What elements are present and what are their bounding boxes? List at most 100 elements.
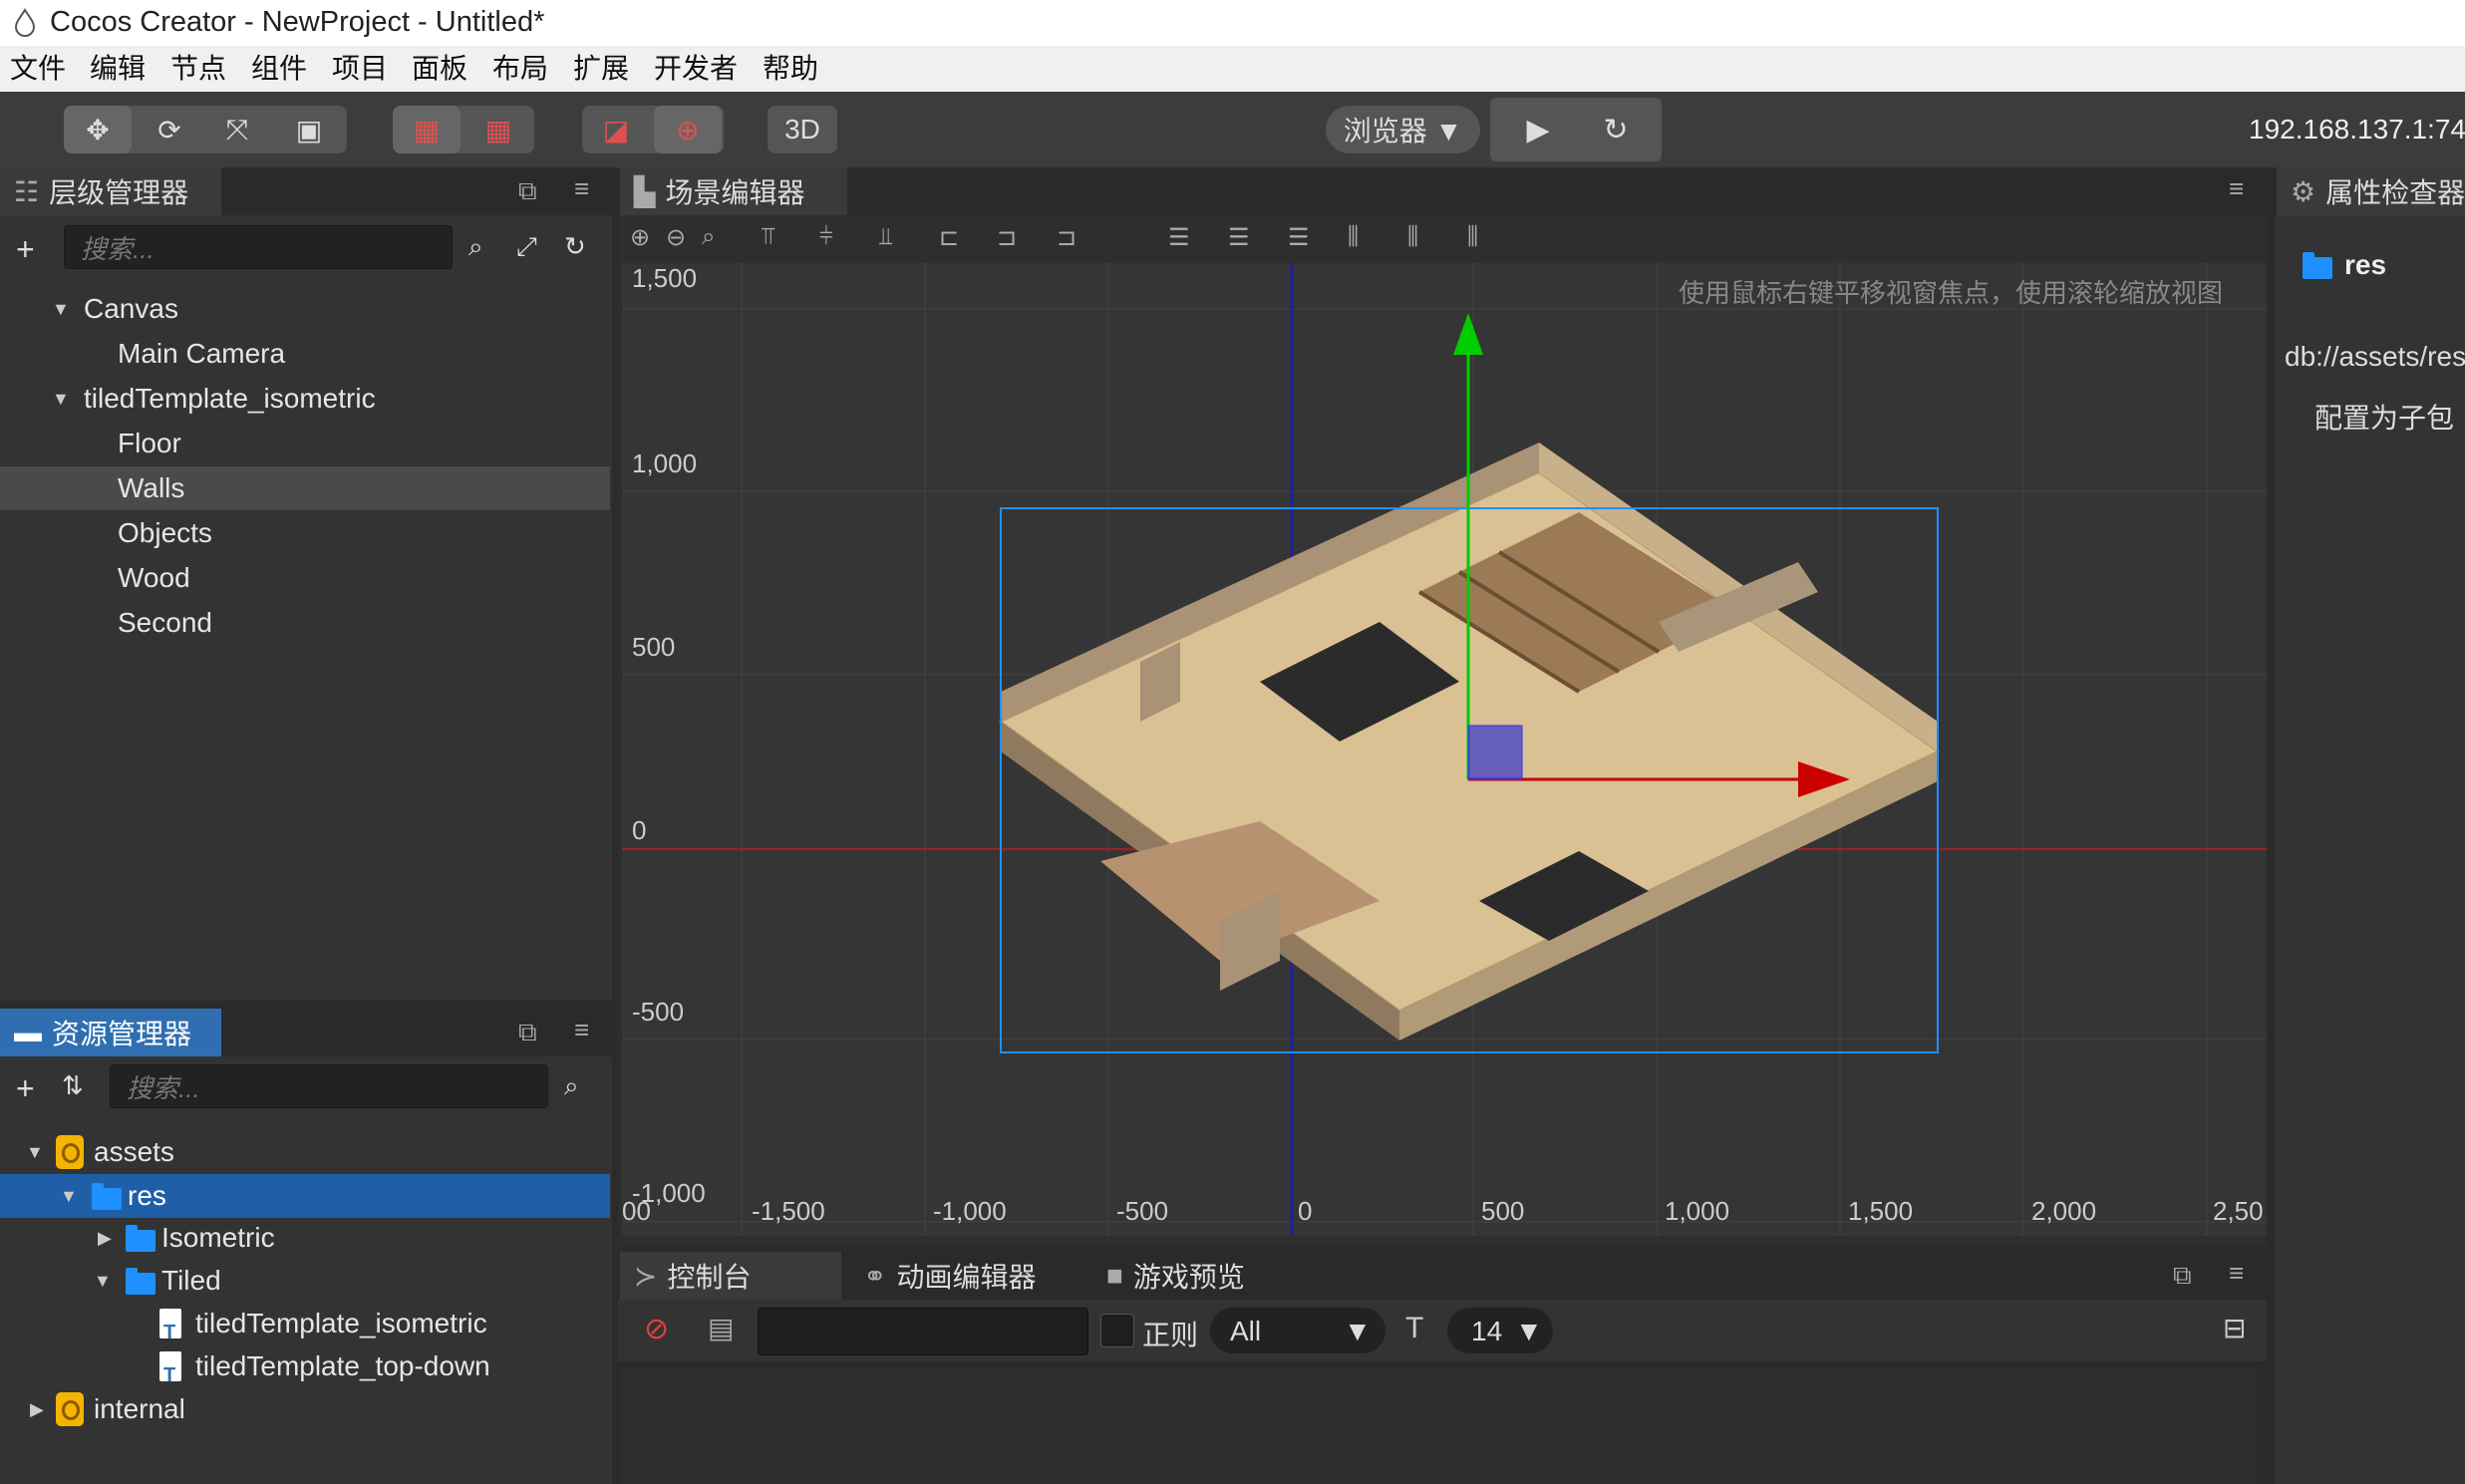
menu-panel[interactable]: 面板	[412, 52, 467, 86]
panel-menu-icon[interactable]: ≡	[2229, 173, 2244, 204]
menu-developer[interactable]: 开发者	[654, 52, 738, 86]
distribute-right-icon[interactable]: ⫼	[1467, 223, 1478, 251]
menu-extension[interactable]: 扩展	[573, 52, 629, 86]
tab-game-preview[interactable]: ■ 游戏预览	[1092, 1252, 1312, 1300]
mode-3d-button[interactable]: 3D	[768, 106, 837, 153]
add-asset-icon[interactable]: +	[16, 1070, 35, 1107]
preview-url[interactable]: 192.168.137.1:745	[2249, 110, 2465, 149]
xy-plane-handle[interactable]	[1467, 725, 1523, 780]
align-left-icon[interactable]: ⊏	[939, 223, 959, 252]
scene-canvas[interactable]	[622, 263, 2267, 1236]
main-toolbar: ✥ ⟳ ⤧ ▣ ▦ ▦ ◪ ⊕ 3D 浏览器 ▼ ▶ ↻ 192.168.137…	[0, 92, 2465, 167]
local-icon[interactable]: ▦	[464, 106, 532, 153]
tab-assets[interactable]: ▬ 资源管理器	[0, 1009, 221, 1056]
scene-viewport[interactable]: 1,500 1,000 500 0 -500 -1,000 00 -1,500 …	[622, 263, 2267, 1236]
clear-icon[interactable]: ⊘	[644, 1312, 669, 1346]
refresh-icon[interactable]: ↻	[1586, 108, 1646, 151]
menu-node[interactable]: 节点	[170, 52, 226, 86]
log-level-value: All	[1230, 1316, 1262, 1346]
refresh-hierarchy-icon[interactable]: ↻	[564, 231, 586, 262]
tab-console[interactable]: ≻ 控制台	[620, 1252, 841, 1300]
align-vcenter-icon[interactable]: ⫩	[819, 223, 833, 251]
expand-icon[interactable]: ⤢	[516, 231, 537, 263]
asset-tiledtemplate-isometric[interactable]: tiledTemplate_isometric	[0, 1302, 610, 1354]
zoom-out-icon[interactable]: ⊖	[666, 223, 686, 252]
zoom-in-icon[interactable]: ⊕	[630, 223, 650, 252]
tree-node-tiledtemplate-isometric[interactable]: ▼ tiledTemplate_isometric	[0, 377, 610, 421]
panel-menu-icon[interactable]: ≡	[2229, 1258, 2244, 1289]
tree-node-canvas[interactable]: ▼ Canvas	[0, 287, 610, 331]
rect-tool-icon[interactable]: ▣	[275, 106, 343, 153]
move-tool-icon[interactable]: ✥	[64, 106, 132, 153]
rotate-tool-icon[interactable]: ⟳	[136, 106, 203, 153]
zoom-reset-icon[interactable]: ⌕	[702, 223, 715, 251]
pivot-icon[interactable]: ▦	[393, 106, 461, 153]
log-file-icon[interactable]: ▤	[708, 1312, 734, 1344]
distribute-hcenter-icon[interactable]: ⫼	[1407, 223, 1418, 251]
menu-help[interactable]: 帮助	[763, 52, 818, 86]
collapse-icon[interactable]: ⊟	[2223, 1312, 2246, 1344]
tab-animation-editor[interactable]: ⚭ 动画编辑器	[849, 1252, 1088, 1300]
search-icon[interactable]: ⌕	[564, 1070, 579, 1102]
tree-node-objects[interactable]: Objects	[0, 511, 610, 555]
popout-icon[interactable]: ⧉	[518, 175, 537, 207]
collapse-arrow-icon[interactable]: ▶	[98, 1216, 112, 1260]
log-level-select[interactable]: All ▼	[1210, 1308, 1386, 1353]
align-hcenter-icon[interactable]: ⊐	[997, 223, 1017, 252]
menu-edit[interactable]: 编辑	[90, 52, 146, 86]
tree-node-walls[interactable]: Walls	[0, 466, 610, 510]
collapse-arrow-icon[interactable]: ▶	[30, 1387, 44, 1431]
align-top-icon[interactable]: ⫪	[762, 223, 775, 251]
popout-icon[interactable]: ⧉	[2173, 1260, 2192, 1292]
add-node-icon[interactable]: +	[16, 231, 35, 268]
expand-arrow-icon[interactable]: ▼	[60, 1174, 78, 1218]
snap-icon[interactable]: ◪	[582, 106, 650, 153]
menu-project[interactable]: 项目	[332, 52, 388, 86]
hierarchy-search-input[interactable]: 搜索...	[64, 225, 453, 269]
distribute-left-icon[interactable]: ⫼	[1348, 223, 1359, 251]
expand-arrow-icon[interactable]: ▼	[26, 1130, 44, 1174]
preview-platform-select[interactable]: 浏览器 ▼	[1326, 106, 1480, 153]
tree-node-wood[interactable]: Wood	[0, 556, 610, 600]
asset-res[interactable]: ▼ res	[0, 1174, 610, 1218]
expand-arrow-icon[interactable]: ▼	[52, 287, 70, 331]
gear-icon: ⚙	[2291, 175, 2316, 207]
console-output[interactable]	[620, 1367, 2257, 1484]
asset-tiledtemplate-top-down[interactable]: tiledTemplate_top-down	[0, 1344, 610, 1397]
menu-component[interactable]: 组件	[251, 52, 307, 86]
asset-internal[interactable]: ▶ internal	[0, 1387, 610, 1431]
panel-menu-icon[interactable]: ≡	[574, 173, 589, 204]
panel-menu-icon[interactable]: ≡	[574, 1015, 589, 1045]
y-tick-label: 1,000	[632, 448, 698, 478]
tab-inspector[interactable]: ⚙ 属性检查器	[2277, 167, 2465, 215]
expand-arrow-icon[interactable]: ▼	[94, 1259, 112, 1303]
asset-tiled[interactable]: ▼ Tiled	[0, 1259, 610, 1303]
menu-file[interactable]: 文件	[10, 52, 66, 86]
font-size-select[interactable]: 14 ▼	[1447, 1308, 1553, 1353]
popout-icon[interactable]: ⧉	[518, 1017, 537, 1048]
align-right-icon[interactable]: ⊐	[1057, 223, 1077, 252]
tree-node-floor[interactable]: Floor	[0, 422, 610, 465]
scale-tool-icon[interactable]: ⤧	[203, 106, 271, 153]
tree-node-main-camera[interactable]: Main Camera	[0, 332, 610, 376]
sort-icon[interactable]: ⇅	[62, 1070, 84, 1101]
menu-layout[interactable]: 布局	[492, 52, 548, 86]
y-axis-arrow-icon[interactable]	[1453, 313, 1483, 355]
asset-assets[interactable]: ▼ assets	[0, 1130, 610, 1174]
distribute-vcenter-icon[interactable]: ☰	[1228, 223, 1250, 252]
regex-checkbox[interactable]	[1100, 1314, 1134, 1347]
tab-scene[interactable]: ▙ 场景编辑器	[620, 167, 847, 215]
assets-search-input[interactable]: 搜索...	[110, 1064, 548, 1108]
asset-isometric[interactable]: ▶ Isometric	[0, 1216, 610, 1260]
search-icon[interactable]: ⌕	[468, 231, 483, 263]
expand-arrow-icon[interactable]: ▼	[52, 377, 70, 421]
inspector-asset-name: res	[2344, 249, 2387, 280]
tree-node-second[interactable]: Second	[0, 601, 610, 645]
distribute-top-icon[interactable]: ☰	[1168, 223, 1190, 252]
tab-hierarchy[interactable]: ☷ 层级管理器	[0, 167, 221, 215]
grid-icon[interactable]: ⊕	[654, 106, 722, 153]
align-bottom-icon[interactable]: ⫫	[879, 223, 893, 251]
play-icon[interactable]: ▶	[1508, 108, 1568, 151]
console-filter-input[interactable]	[758, 1308, 1088, 1355]
distribute-bottom-icon[interactable]: ☰	[1288, 223, 1310, 252]
